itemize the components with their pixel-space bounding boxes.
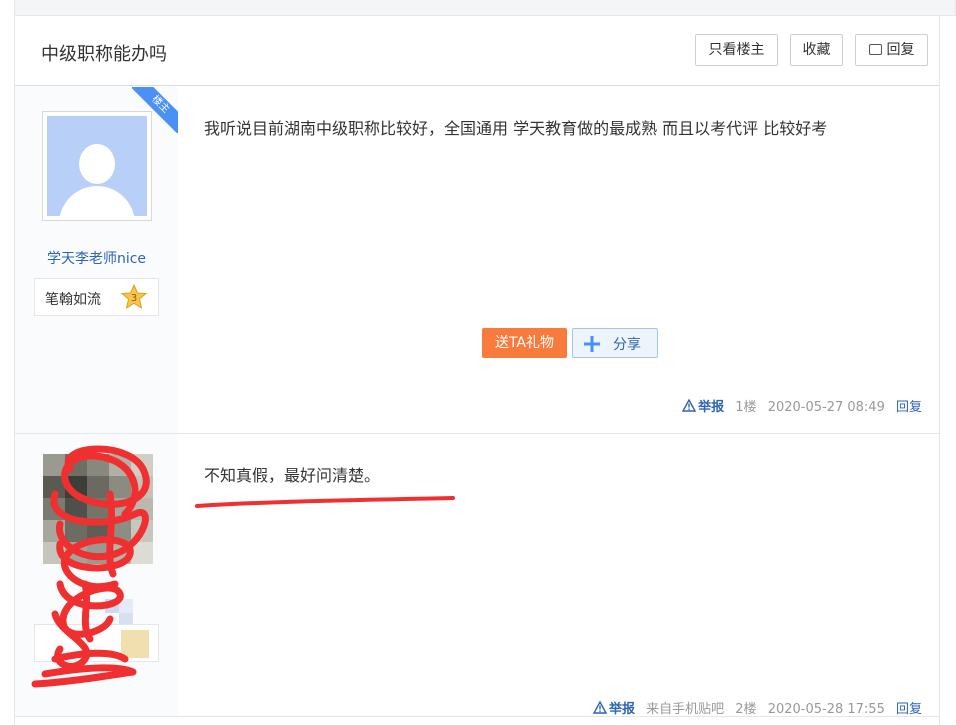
red-underline-annotation (195, 496, 455, 508)
post-author-panel (15, 434, 178, 716)
post-time: 2020-05-28 17:55 (767, 702, 885, 717)
thread-frame: 中级职称能办吗 只看楼主 收藏 回复 楼主 学天李老师nice 笔翰如流 3 我… (14, 16, 940, 725)
top-strip (14, 0, 956, 16)
post-content: 我听说目前湖南中级职称比较好，全国通用 学天教育做的最成熟 而且以考代评 比较好… (204, 119, 828, 138)
comment-icon (868, 44, 882, 55)
post-footer: 举报 1楼 2020-05-27 08:49 回复 (682, 396, 922, 415)
report-label: 举报 (698, 400, 725, 415)
thread-title: 中级职称能办吗 (41, 44, 167, 65)
report-label: 举报 (608, 702, 635, 717)
pixelated-level-icon (121, 630, 149, 658)
warning-icon (592, 701, 607, 714)
share-label: 分享 (613, 337, 641, 353)
post-2: 不知真假，最好问清楚。 举报 来自手机贴吧 2楼 2020-05-28 17:5… (15, 434, 939, 717)
post-source: 来自手机贴吧 (646, 702, 725, 717)
thread-page: 中级职称能办吗 只看楼主 收藏 回复 楼主 学天李老师nice 笔翰如流 3 我… (0, 0, 956, 725)
report-link[interactable]: 举报 (592, 701, 635, 717)
pixelated-username-part (119, 599, 133, 613)
post-content: 不知真假，最好问清楚。 (204, 466, 381, 485)
warning-icon (682, 399, 697, 412)
report-link[interactable]: 举报 (682, 399, 725, 415)
post-reply-link[interactable]: 回复 (896, 702, 922, 717)
reply-button-label: 回复 (886, 42, 915, 58)
op-badge: 楼主 (132, 87, 178, 133)
share-plus-icon (584, 336, 600, 352)
send-gift-button[interactable]: 送TA礼物 (482, 328, 567, 358)
post-footer: 举报 来自手机贴吧 2楼 2020-05-28 17:55 回复 (592, 698, 922, 717)
level-name: 笔翰如流 (45, 292, 101, 308)
only-op-button[interactable]: 只看楼主 (695, 34, 778, 66)
post-time: 2020-05-27 08:49 (767, 400, 885, 415)
op-badge-label: 楼主 (132, 87, 178, 133)
share-button[interactable]: 分享 (572, 328, 658, 358)
level-star-icon: 3 (120, 283, 148, 310)
reply-button[interactable]: 回复 (855, 34, 928, 66)
post-1: 楼主 学天李老师nice 笔翰如流 3 我听说目前湖南中级职称比较好，全国通用 … (15, 87, 939, 434)
username-link[interactable]: 学天李老师nice (15, 248, 178, 268)
post-reply-link[interactable]: 回复 (896, 400, 922, 415)
favorite-button[interactable]: 收藏 (790, 34, 843, 66)
thread-header: 中级职称能办吗 只看楼主 收藏 回复 (15, 16, 939, 86)
post-author-panel: 楼主 学天李老师nice 笔翰如流 3 (15, 87, 178, 433)
pixelated-avatar[interactable] (43, 454, 153, 564)
level-number: 3 (131, 293, 137, 304)
floor-number: 2楼 (735, 702, 757, 717)
user-level-badge[interactable]: 笔翰如流 3 (34, 278, 159, 316)
pixelated-username[interactable] (105, 599, 119, 613)
floor-number: 1楼 (735, 400, 757, 415)
user-level-badge[interactable] (34, 624, 159, 662)
